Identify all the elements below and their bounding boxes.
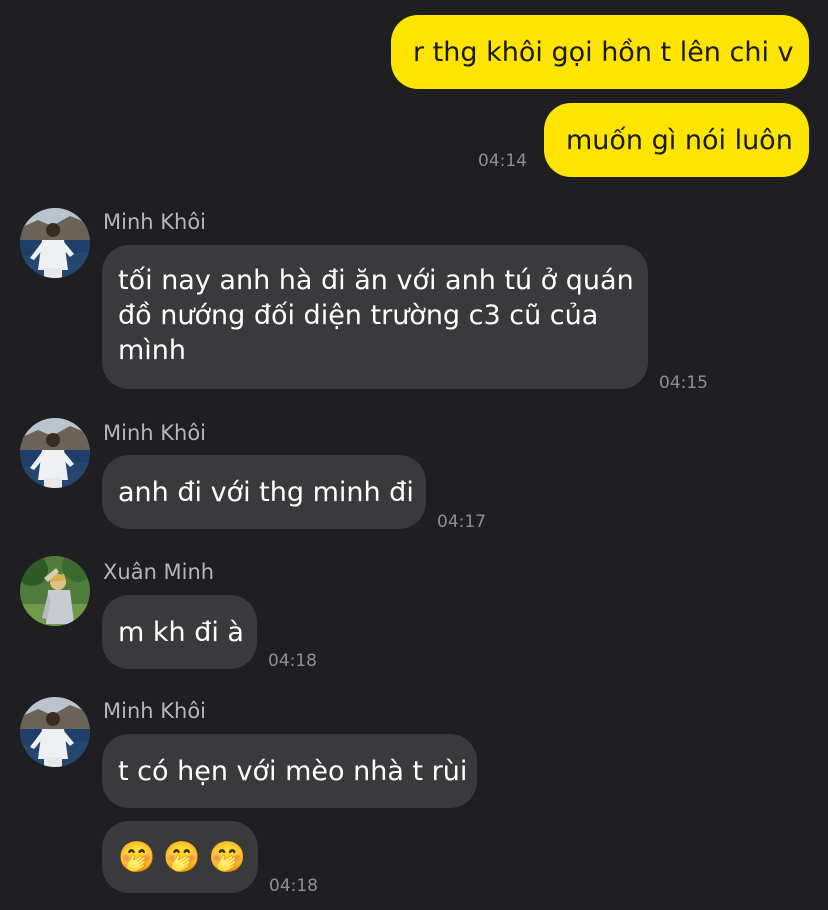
message-line: mình xyxy=(118,335,187,366)
avatar-minh-khoi-icon xyxy=(20,697,90,767)
timestamp: 04:14 xyxy=(478,151,527,171)
sender-name: Minh Khôi xyxy=(103,699,207,723)
message-text: t có hẹn với mèo nhà t rùi xyxy=(118,755,468,787)
outgoing-message-bubble[interactable]: muốn gì nói luôn xyxy=(544,103,809,177)
incoming-message-bubble[interactable]: m kh đi à xyxy=(102,595,257,669)
timestamp: 04:15 xyxy=(659,373,708,393)
face-with-hand-over-mouth-icon: 🤭 xyxy=(118,839,156,875)
avatar-xuan-minh[interactable] xyxy=(20,556,90,626)
message-text: m kh đi à xyxy=(118,616,244,648)
avatar-minh-khoi-icon xyxy=(20,208,90,278)
timestamp: 04:18 xyxy=(269,876,318,896)
incoming-message-bubble[interactable]: anh đi với thg minh đi xyxy=(102,455,426,529)
face-with-hand-over-mouth-icon: 🤭 xyxy=(163,839,201,875)
avatar-minh-khoi[interactable] xyxy=(20,418,90,488)
message-line: tối nay anh hà đi ăn với anh tú ở quán xyxy=(118,265,634,296)
avatar-minh-khoi[interactable] xyxy=(20,697,90,767)
message-line: đồ nướng đối diện trường c3 cũ của xyxy=(118,300,599,331)
sender-name: Xuân Minh xyxy=(103,560,215,584)
message-text: r thg khôi gọi hồn t lên chi v xyxy=(413,36,794,68)
incoming-emoji-bubble[interactable]: 🤭 🤭 🤭 xyxy=(102,821,258,893)
message-text: muốn gì nói luôn xyxy=(566,124,793,156)
incoming-message-bubble[interactable]: t có hẹn với mèo nhà t rùi xyxy=(102,734,477,808)
message-text: anh đi với thg minh đi xyxy=(118,476,414,508)
face-with-hand-over-mouth-icon: 🤭 xyxy=(208,839,247,875)
sender-name: Minh Khôi xyxy=(103,210,207,234)
avatar-minh-khoi[interactable] xyxy=(20,208,90,278)
timestamp: 04:18 xyxy=(268,651,317,671)
incoming-message-bubble[interactable]: tối nay anh hà đi ăn với anh tú ở quán đ… xyxy=(102,245,648,389)
timestamp: 04:17 xyxy=(437,512,486,532)
outgoing-message-bubble[interactable]: r thg khôi gọi hồn t lên chi v xyxy=(391,15,809,89)
avatar-xuan-minh-icon xyxy=(20,556,90,626)
sender-name: Minh Khôi xyxy=(103,421,207,445)
avatar-minh-khoi-icon xyxy=(20,418,90,488)
